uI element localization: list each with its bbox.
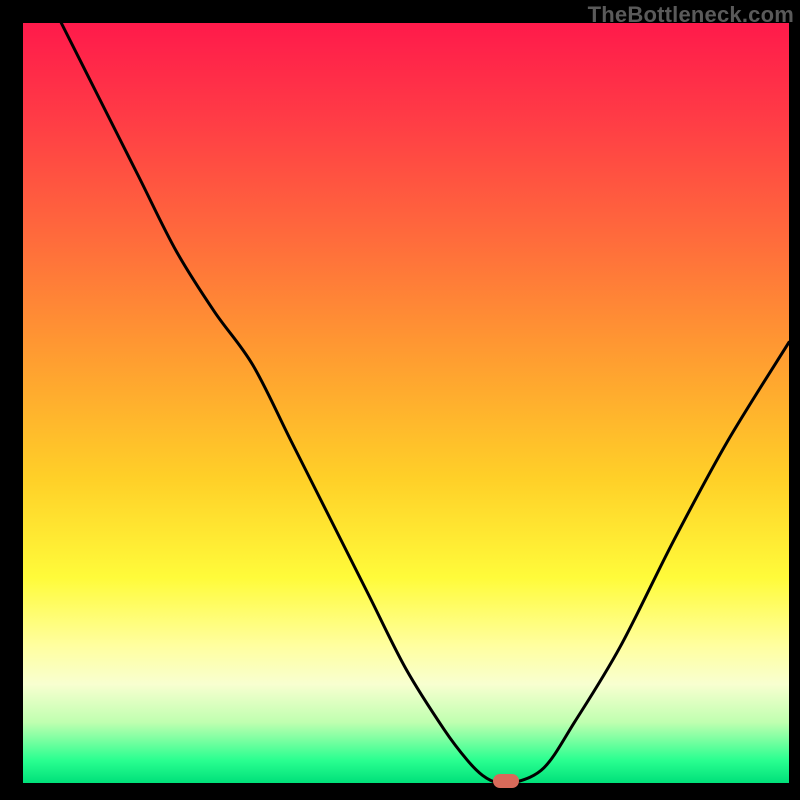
plot-area — [23, 23, 789, 783]
chart-frame: TheBottleneck.com — [0, 0, 800, 800]
optimum-marker — [493, 774, 519, 788]
bottleneck-curve — [23, 23, 789, 783]
attribution-watermark: TheBottleneck.com — [588, 2, 794, 28]
